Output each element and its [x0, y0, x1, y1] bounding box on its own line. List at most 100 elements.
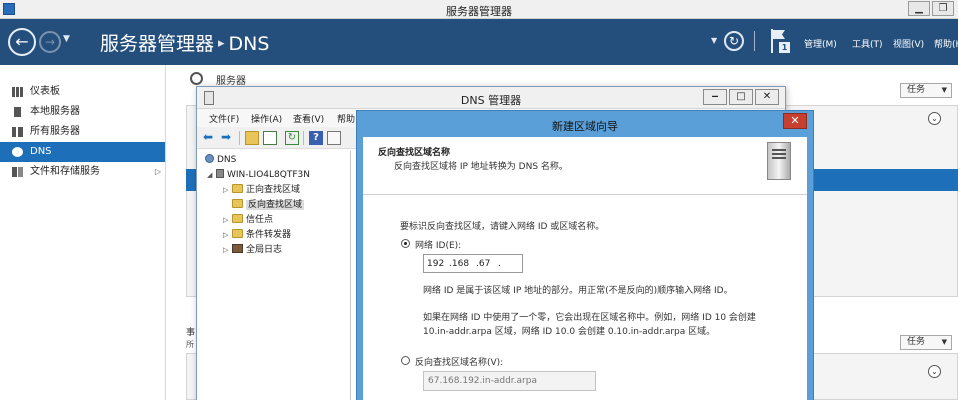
tree-node-conditional-forwarders[interactable]: ▷ 条件转发器 — [223, 228, 291, 242]
tree-node-forward-zones[interactable]: ▷ 正向查找区域 — [223, 183, 300, 197]
expand-icon[interactable]: ▷ — [223, 183, 232, 197]
ip-octet-4[interactable]: . — [498, 259, 501, 269]
menu-help[interactable]: 帮助 — [337, 112, 355, 125]
folder-icon — [232, 214, 243, 223]
menu-action[interactable]: 操作(A) — [251, 112, 282, 125]
folder-icon — [232, 184, 243, 193]
wizard-header-title: 反向查找区域名称 — [378, 148, 451, 158]
history-dropdown-icon[interactable]: ▼ — [63, 34, 70, 44]
servers-icon — [12, 127, 23, 137]
dns-icon — [12, 147, 23, 157]
tree-node-global-logs[interactable]: ▷ 全局日志 — [223, 243, 282, 257]
close-button[interactable]: ✕ — [755, 89, 779, 105]
refresh-icon[interactable]: ↻ — [724, 31, 744, 51]
network-id-input[interactable]: 192 .168 .67 . — [423, 254, 523, 273]
back-arrow-icon[interactable]: ⬅ — [203, 131, 217, 145]
help-icon[interactable]: ? — [309, 131, 323, 145]
chevron-down-icon: ▼ — [941, 338, 947, 346]
zero-example-line-1: 如果在网络 ID 中使用了一个零，它会出现在区域名称中。例如，网络 ID 10 … — [423, 313, 756, 323]
up-folder-icon[interactable] — [245, 131, 259, 145]
sidebar-item-local-server[interactable]: 本地服务器 — [0, 102, 165, 122]
network-id-label: 网络 ID(E): — [415, 241, 462, 251]
folder-icon — [232, 229, 243, 238]
sidebar-item-label: 本地服务器 — [30, 106, 80, 117]
expand-icon[interactable]: ▷ — [223, 243, 232, 257]
server-icon — [14, 107, 21, 117]
chevron-down-icon: ▼ — [941, 86, 947, 94]
tree-node-trust-points[interactable]: ▷ 信任点 — [223, 213, 273, 227]
refresh-dropdown-icon[interactable]: ▼ — [711, 36, 717, 45]
sidebar-item-label: 仪表板 — [30, 86, 60, 97]
show-tree-icon[interactable] — [263, 131, 277, 145]
menu-help[interactable]: 帮助(H) — [934, 37, 958, 50]
notification-count-badge: 1 — [779, 42, 790, 53]
collapse-icon[interactable]: ◢ — [207, 168, 216, 182]
sidebar-item-label: DNS — [30, 146, 52, 157]
zone-name-label: 反向查找区域名称(V): — [415, 358, 504, 368]
back-arrow-icon[interactable]: ← — [8, 28, 36, 56]
breadcrumb-separator: ▸ — [218, 36, 225, 51]
menu-view[interactable]: 查看(V) — [293, 112, 324, 125]
sidebar-item-dns[interactable]: DNS — [0, 142, 165, 162]
wizard-header-description: 反向查找区域将 IP 地址转换为 DNS 名称。 — [394, 162, 568, 172]
wizard-header: 反向查找区域名称 反向查找区域将 IP 地址转换为 DNS 名称。 — [363, 137, 807, 195]
server-icon — [216, 169, 224, 178]
dns-manager-titlebar: DNS 管理器 ‒ □ ✕ — [197, 87, 785, 109]
network-id-radio[interactable] — [401, 239, 410, 248]
zone-name-radio[interactable] — [401, 356, 410, 365]
expand-chevron-icon[interactable]: ⌄ — [928, 365, 941, 378]
close-button[interactable]: ✕ — [783, 113, 807, 129]
expand-icon[interactable]: ▷ — [223, 228, 232, 242]
wizard-title: 新建区域向导 — [552, 120, 618, 133]
servers-section-icon — [190, 72, 203, 85]
refresh-icon[interactable]: ↻ — [285, 131, 299, 145]
new-zone-wizard-dialog: 新建区域向导 ✕ 反向查找区域名称 反向查找区域将 IP 地址转换为 DNS 名… — [356, 110, 814, 400]
menu-tools[interactable]: 工具(T) — [852, 37, 883, 50]
wizard-titlebar: 新建区域向导 ✕ — [357, 111, 813, 137]
ip-octet-3[interactable]: .67 — [476, 259, 490, 269]
servers-section-title: 服务器 — [216, 76, 246, 87]
menu-file[interactable]: 文件(F) — [209, 112, 239, 125]
ip-octet-1[interactable]: 192 — [427, 259, 444, 269]
dashboard-icon — [12, 87, 23, 97]
sidebar-item-dashboard[interactable]: 仪表板 — [0, 82, 165, 102]
tasks-dropdown-top[interactable]: 任务 ▼ — [900, 83, 952, 98]
zone-name-input[interactable]: 67.168.192.in-addr.arpa — [423, 371, 596, 391]
notifications-flag-icon[interactable]: 1 — [769, 29, 793, 55]
forward-arrow-icon[interactable]: → — [39, 31, 61, 53]
sidebar-item-file-storage[interactable]: 文件和存储服务 ▷ — [0, 162, 165, 182]
menu-manage[interactable]: 管理(M) — [804, 37, 837, 50]
menu-view[interactable]: 视图(V) — [893, 37, 924, 50]
header-divider — [754, 31, 755, 51]
network-id-hint: 网络 ID 是属于该区域 IP 地址的部分。用正常(不是反向的)顺序输入网络 I… — [423, 286, 733, 296]
tasks-dropdown-bottom[interactable]: 任务 ▼ — [900, 335, 952, 350]
sidebar-item-label: 所有服务器 — [30, 126, 80, 137]
minimize-button[interactable]: ▁ — [908, 1, 930, 16]
tasks-label: 任务 — [907, 337, 926, 347]
zero-example-line-2: 10.in-addr.arpa 区域，网络 ID 10.0 会创建 0.10.i… — [423, 327, 716, 337]
tasks-label: 任务 — [907, 85, 926, 95]
dns-icon — [205, 154, 214, 163]
properties-icon[interactable] — [327, 131, 341, 145]
dns-manager-title: DNS 管理器 — [460, 94, 522, 107]
sidebar: 仪表板 本地服务器 所有服务器 DNS 文件和存储服务 ▷ — [0, 65, 166, 400]
expand-icon[interactable]: ▷ — [223, 213, 232, 227]
events-section-title: 事 — [186, 328, 196, 338]
restore-button[interactable]: ❐ — [932, 1, 954, 16]
breadcrumb-root[interactable]: 服务器管理器 — [100, 33, 214, 55]
wizard-body: 反向查找区域名称 反向查找区域将 IP 地址转换为 DNS 名称。 要标识反向查… — [363, 137, 807, 400]
dns-tree-pane: DNS ◢ WIN-LIO4L8QTF3N ▷ 正向查找区域 反向查找区域 ▷ 信任点… — [201, 151, 351, 400]
minimize-button[interactable]: ‒ — [703, 89, 727, 105]
sidebar-item-label: 文件和存储服务 — [30, 166, 100, 177]
tree-node-dns[interactable]: DNS — [205, 153, 236, 167]
forward-arrow-icon[interactable]: ➡ — [221, 131, 235, 145]
sidebar-item-all-servers[interactable]: 所有服务器 — [0, 122, 165, 142]
maximize-button[interactable]: □ — [729, 89, 753, 105]
ip-octet-2[interactable]: .168 — [449, 259, 469, 269]
expand-chevron-icon[interactable]: ⌄ — [928, 112, 941, 125]
tree-node-server[interactable]: ◢ WIN-LIO4L8QTF3N — [207, 168, 310, 182]
folder-icon — [232, 199, 243, 208]
log-icon — [232, 244, 243, 253]
tree-node-reverse-zones[interactable]: 反向查找区域 — [223, 198, 305, 212]
app-header: ← → ▼ 服务器管理器 ▸ DNS ▼ ↻ 1 管理(M) 工具(T) 视图(V)… — [0, 19, 958, 65]
